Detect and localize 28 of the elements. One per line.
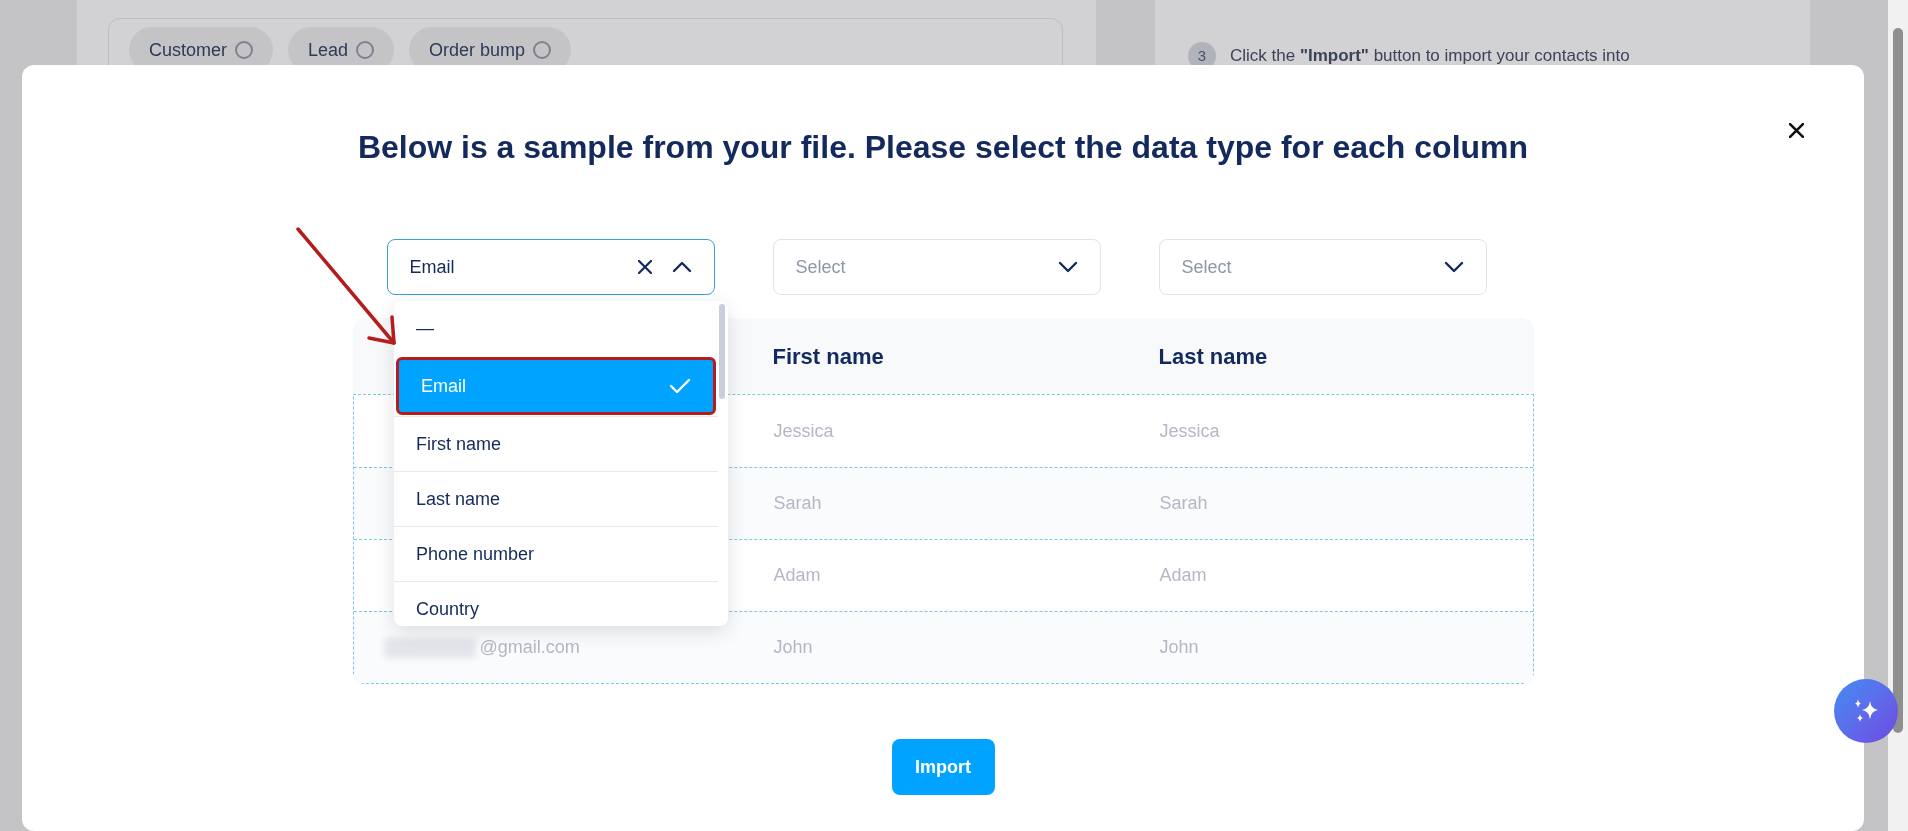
dropdown-option[interactable]: — [394, 301, 718, 356]
dropdown-option[interactable]: Country [394, 581, 718, 626]
table-cell-text: Adam [1159, 564, 1207, 587]
modal-title: Below is a sample from your file. Please select the data type for each column [357, 128, 1529, 167]
scrollbar[interactable] [1888, 0, 1908, 831]
table-cell-text: Adam [773, 564, 821, 587]
chevron-down-icon[interactable] [1057, 261, 1078, 273]
dropdown-option[interactable]: First name [394, 416, 718, 471]
chevron-down-icon[interactable] [1443, 261, 1464, 273]
scrollbar-thumb[interactable] [719, 304, 725, 399]
scrollbar-thumb[interactable] [1893, 28, 1903, 733]
table-cell-text: Jessica [1159, 419, 1220, 443]
table-cell-text: Sarah [773, 492, 822, 515]
table-cell-text: John [1159, 636, 1199, 659]
chevron-up-icon[interactable] [671, 261, 692, 273]
column-header: First name [772, 343, 884, 369]
step-text: Click the "Import" button to import your contacts into [1230, 45, 1630, 68]
check-icon [669, 378, 691, 394]
dropdown-option[interactable]: Phone number [394, 526, 718, 581]
clear-icon[interactable] [637, 260, 652, 274]
column-header: Last name [1158, 343, 1268, 369]
column-type-select[interactable]: Email [386, 239, 715, 295]
close-icon[interactable] [1789, 123, 1804, 138]
table-cell-text: Jessica [773, 419, 834, 443]
table-cell-text: John [773, 636, 813, 659]
table-cell-text: @gmail.com [479, 636, 580, 659]
table-cell-text: Sarah [1159, 492, 1208, 515]
dropdown-option[interactable]: Last name [394, 471, 718, 526]
